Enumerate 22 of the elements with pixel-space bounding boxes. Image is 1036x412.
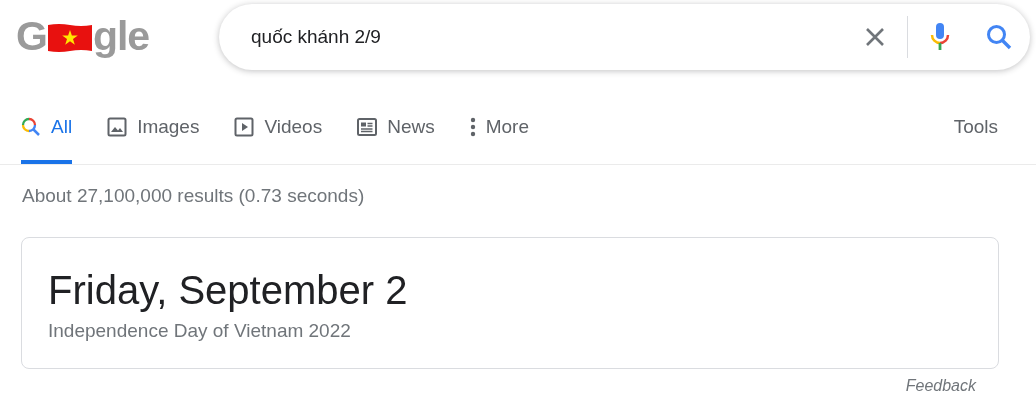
logo-letter: G — [16, 12, 47, 60]
feedback-link[interactable]: Feedback — [905, 377, 976, 395]
logo-letters: gle — [92, 12, 150, 60]
more-icon — [469, 117, 476, 137]
image-icon — [107, 117, 128, 137]
result-stats: About 27,100,000 results (0.73 seconds) — [22, 185, 365, 206]
tab[interactable]: Images — [107, 116, 200, 164]
tools-button[interactable]: Tools — [953, 116, 998, 164]
tab[interactable]: More — [469, 116, 529, 164]
clear-icon[interactable] — [865, 27, 885, 47]
search-icon[interactable] — [986, 24, 1012, 50]
tab[interactable]: All — [21, 116, 73, 164]
search-icon — [21, 117, 41, 137]
tab[interactable]: Videos — [234, 116, 323, 164]
microphone-icon[interactable] — [930, 22, 950, 52]
date-title: Friday, September 2 — [48, 268, 408, 312]
search-field[interactable]: quốc khánh 2/9 — [251, 26, 865, 48]
flag-icon — [47, 24, 92, 52]
newspaper-icon — [357, 118, 378, 136]
tab[interactable]: News — [357, 116, 435, 164]
play-icon — [234, 117, 255, 137]
holiday-name: Independence Day of Vietnam 2022 — [48, 320, 351, 341]
